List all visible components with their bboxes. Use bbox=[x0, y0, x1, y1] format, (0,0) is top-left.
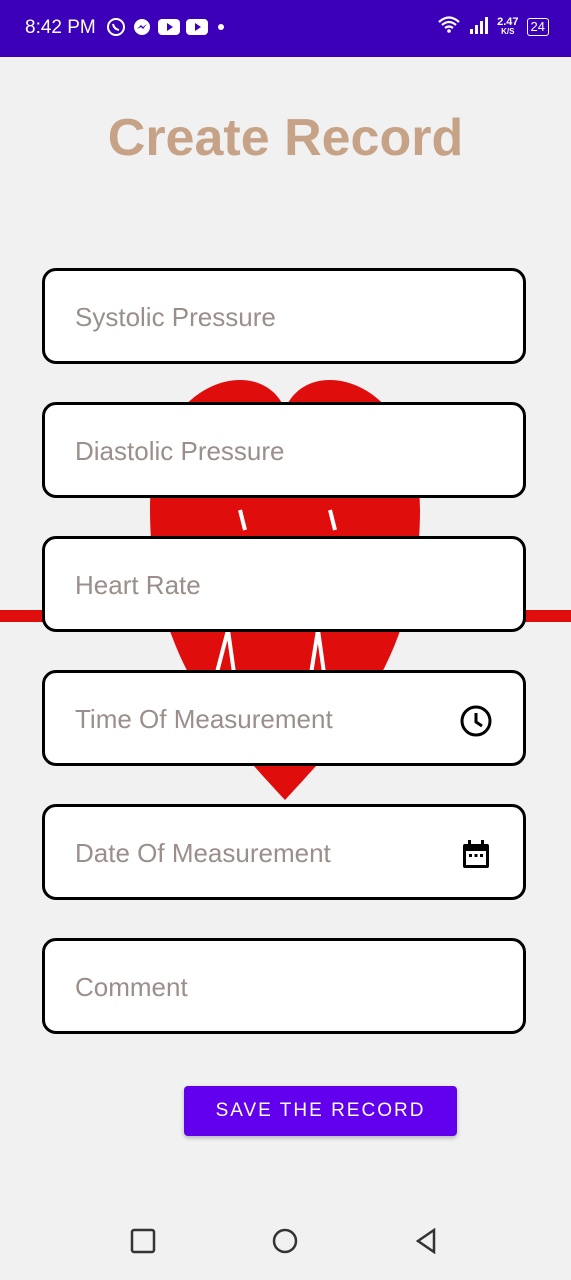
youtube-icon bbox=[186, 19, 208, 40]
heart-rate-field[interactable]: Heart Rate bbox=[42, 536, 526, 632]
diastolic-pressure-field[interactable]: Diastolic Pressure bbox=[42, 402, 526, 498]
messenger-icon bbox=[132, 17, 152, 42]
heart-rate-placeholder: Heart Rate bbox=[75, 570, 201, 600]
signal-icon bbox=[469, 15, 489, 38]
youtube-icon bbox=[158, 19, 180, 40]
status-bar: 8:42 PM 2.47 K/S 24 bbox=[0, 0, 571, 57]
clock-icon[interactable] bbox=[459, 704, 493, 738]
dot-icon bbox=[214, 20, 228, 39]
recents-button[interactable] bbox=[130, 1228, 156, 1254]
battery-level: 24 bbox=[530, 18, 545, 34]
speed-value: 2.47 bbox=[497, 15, 519, 28]
system-icons: 2.47 K/S 24 bbox=[437, 15, 549, 38]
calendar-icon[interactable] bbox=[459, 838, 493, 872]
save-record-button[interactable]: SAVE THE RECORD bbox=[184, 1086, 457, 1136]
comment-placeholder: Comment bbox=[75, 972, 188, 1002]
whatsapp-icon bbox=[106, 17, 126, 42]
systolic-pressure-placeholder: Systolic Pressure bbox=[75, 302, 276, 332]
time-of-measurement-placeholder: Time Of Measurement bbox=[75, 704, 333, 734]
status-time: 8:42 PM bbox=[25, 17, 96, 38]
systolic-pressure-field[interactable]: Systolic Pressure bbox=[42, 268, 526, 364]
navigation-bar bbox=[0, 1200, 571, 1280]
page-title: Create Record bbox=[107, 109, 464, 167]
comment-field[interactable]: Comment bbox=[42, 938, 526, 1034]
time-of-measurement-field[interactable]: Time Of Measurement bbox=[42, 670, 526, 766]
speed-unit: K/S bbox=[501, 26, 515, 36]
date-of-measurement-field[interactable]: Date Of Measurement bbox=[42, 804, 526, 900]
date-of-measurement-placeholder: Date Of Measurement bbox=[75, 838, 331, 868]
notification-icons bbox=[106, 17, 228, 42]
diastolic-pressure-placeholder: Diastolic Pressure bbox=[75, 436, 285, 466]
back-button[interactable] bbox=[414, 1227, 440, 1255]
battery-icon: 24 bbox=[526, 17, 549, 36]
wifi-icon bbox=[437, 15, 461, 38]
home-button[interactable] bbox=[272, 1228, 298, 1254]
network-speed: 2.47 K/S bbox=[497, 15, 519, 37]
